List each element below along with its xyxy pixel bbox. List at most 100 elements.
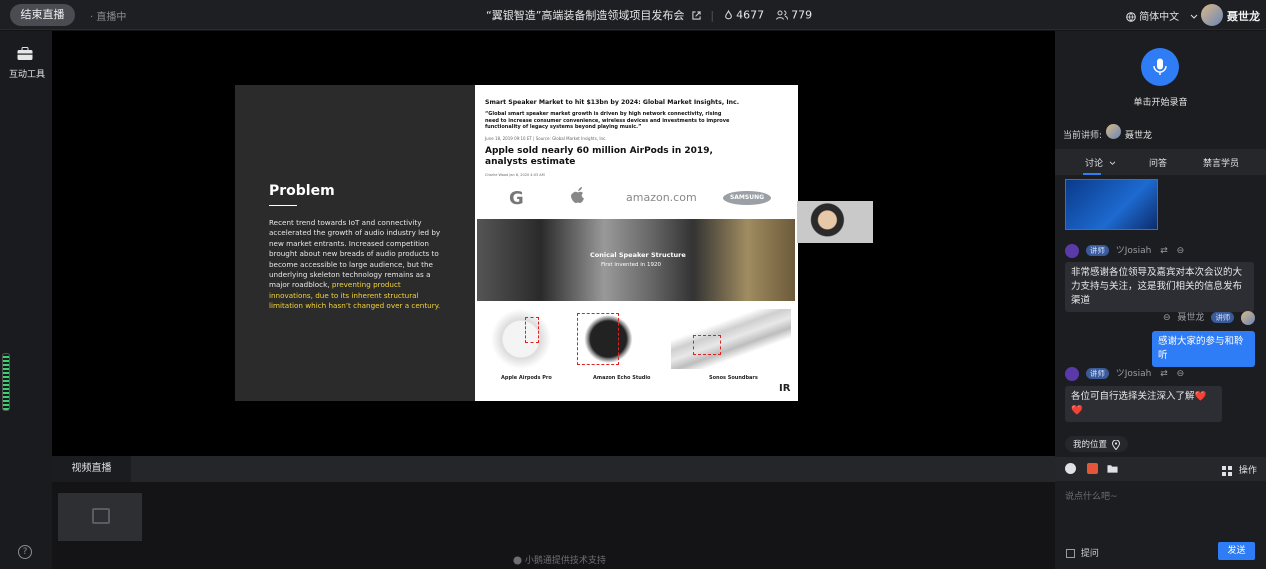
username[interactable]: 聂世龙 [1227, 8, 1260, 24]
gift-icon[interactable] [1087, 463, 1098, 474]
operations-label: 操作 [1238, 466, 1257, 476]
ask-checkbox[interactable] [1066, 549, 1075, 558]
viewers-count: 779 [791, 8, 813, 22]
cone-structure-title: Conical Speaker Structure [590, 251, 686, 259]
video-placeholder-icon [92, 508, 110, 524]
lecturer-name: 聂世龙 [1125, 131, 1153, 141]
message-author: ツJosiah [1115, 369, 1152, 379]
right-panel: 单击开始录音 当前讲师: 聂世龙 讨论 问答 禁言学员 讲师 ツJosiah ⇄… [1055, 31, 1266, 569]
lecturer-badge: 讲师 [1085, 245, 1109, 256]
record-button[interactable] [1141, 48, 1179, 86]
slide-problem-title: Problem [269, 183, 335, 199]
users-icon [775, 10, 788, 20]
speaker-cone-photos [477, 219, 795, 301]
record-label: 单击开始录音 [1133, 98, 1188, 108]
input-toolbar: 操作 [1055, 457, 1266, 481]
presenter-camera[interactable] [797, 201, 873, 243]
news-quote: “Global smart speaker market growth is d… [485, 111, 730, 130]
tab-active-indicator [1083, 173, 1101, 175]
brand-icon [513, 556, 522, 565]
chat-message: 非常感谢各位领导及嘉宾对本次会议的大力支持与关注，这是我们相关的信息发布渠道 [1065, 262, 1254, 312]
ir-logo: IR [779, 383, 791, 394]
avatar[interactable] [1241, 310, 1256, 325]
amazon-logo: amazon.com [626, 191, 697, 204]
caption-echo: Amazon Echo Studio [593, 375, 651, 381]
operations-button[interactable]: 操作 [1222, 463, 1257, 476]
tab-qa[interactable]: 问答 [1149, 156, 1167, 169]
video-thumbnail[interactable] [58, 493, 142, 541]
news-meta: June 18, 2019 09:10 ET | Source: Global … [485, 136, 607, 141]
presentation-stage: Problem Recent trend towards IoT and con… [52, 31, 1055, 456]
tab-discuss[interactable]: 讨论 [1085, 156, 1116, 169]
message-header: 讲师 ツJosiah ⇄ ⊖ [1065, 366, 1184, 381]
chat-image-message[interactable] [1065, 179, 1158, 230]
refresh-icon: ⇄ [1160, 369, 1168, 379]
location-pin-icon [1111, 439, 1120, 450]
more-icon[interactable]: ⊖ [1177, 369, 1185, 379]
current-lecturer-label: 当前讲师: [1063, 131, 1103, 141]
sonos-highlight-box [693, 335, 721, 355]
slide-left-panel: Problem Recent trend towards IoT and con… [235, 85, 475, 401]
chat-input[interactable] [1065, 489, 1255, 539]
message-header: 讲师 ツJosiah ⇄ ⊖ [1065, 243, 1184, 258]
toolbox-icon[interactable] [17, 47, 33, 61]
my-location-button[interactable]: 我的位置 [1065, 436, 1128, 452]
news-meta-airpods: Charlie Wood Jan 6, 2020 4:03 AM [485, 173, 545, 177]
more-icon[interactable]: ⊖ [1163, 313, 1171, 323]
slide-problem-body: Recent trend towards IoT and connectivit… [269, 218, 441, 290]
airpods-highlight-box [525, 317, 539, 343]
tab-video-live[interactable]: 视频直播 [52, 456, 131, 482]
message-header: ⊖ 聂世龙 讲师 [1163, 310, 1259, 325]
page-title: “翼银智造”高端装备制造领域项目发布会 [486, 9, 685, 22]
video-area: 小鹅通提供技术支持 [52, 482, 1055, 569]
slide-right-panel: Smart Speaker Market to hit $13bn by 202… [475, 85, 798, 401]
tab-banned-students[interactable]: 禁言学员 [1203, 156, 1239, 169]
more-icon[interactable]: ⊖ [1177, 246, 1185, 256]
apple-logo-icon [571, 187, 584, 203]
chat-message: 各位可自行选择关注深入了解❤️❤️ [1065, 386, 1222, 422]
page-title-group: “翼银智造”高端装备制造领域项目发布会 | 4677 779 [486, 8, 813, 23]
send-button[interactable]: 发送 [1218, 542, 1255, 560]
language-select[interactable]: 简体中文 [1126, 8, 1198, 23]
ask-question-toggle[interactable]: 提问 [1066, 546, 1099, 559]
volume-meter [2, 353, 10, 411]
chat-tabs: 讨论 问答 禁言学员 [1055, 149, 1266, 175]
lecturer-avatar [1106, 124, 1121, 139]
tab-discuss-label: 讨论 [1085, 159, 1104, 169]
end-live-button[interactable]: 结束直播 [10, 4, 75, 26]
chevron-down-icon [1191, 14, 1198, 19]
avatar[interactable] [1065, 243, 1079, 258]
left-toolbar: 互动工具 ? [0, 31, 52, 569]
grid-icon [1222, 465, 1232, 476]
echo-highlight-box [577, 313, 619, 365]
news-headline-airpods: Apple sold nearly 60 million AirPods in … [485, 146, 713, 167]
avatar[interactable] [1065, 366, 1079, 381]
cone-structure-subtitle: First invented in 1920 [601, 262, 662, 268]
news-headline: Smart Speaker Market to hit $13bn by 202… [485, 99, 740, 106]
emoji-icon[interactable] [1065, 463, 1076, 474]
refresh-icon: ⇄ [1160, 246, 1168, 256]
chat-message-self: 感谢大家的参与和聆听 [1152, 331, 1255, 367]
caption-airpods: Apple Airpods Pro [501, 375, 552, 381]
chevron-down-icon [1109, 161, 1116, 165]
top-bar: 结束直播 · 直播中 “翼银智造”高端装备制造领域项目发布会 | 4677 77… [0, 0, 1266, 30]
language-label: 简体中文 [1139, 12, 1180, 23]
google-logo: G [509, 188, 524, 209]
lecturer-badge: 讲师 [1085, 368, 1109, 379]
microphone-icon [1153, 58, 1167, 75]
message-author: 聂世龙 [1177, 313, 1205, 323]
location-label: 我的位置 [1073, 440, 1108, 450]
interactive-tools-label[interactable]: 互动工具 [9, 67, 45, 80]
external-link-icon[interactable] [692, 10, 701, 20]
likes-count: 4677 [736, 8, 765, 22]
globe-icon [1126, 12, 1136, 22]
help-icon[interactable]: ? [18, 545, 32, 559]
folder-icon[interactable] [1107, 463, 1118, 474]
flame-icon [724, 9, 732, 20]
avatar[interactable] [1201, 4, 1223, 26]
slide: Problem Recent trend towards IoT and con… [235, 85, 798, 401]
message-author: ツJosiah [1115, 246, 1152, 256]
live-status: · 直播中 [90, 12, 127, 23]
ask-label: 提问 [1080, 549, 1099, 559]
slide-divider [269, 205, 297, 206]
